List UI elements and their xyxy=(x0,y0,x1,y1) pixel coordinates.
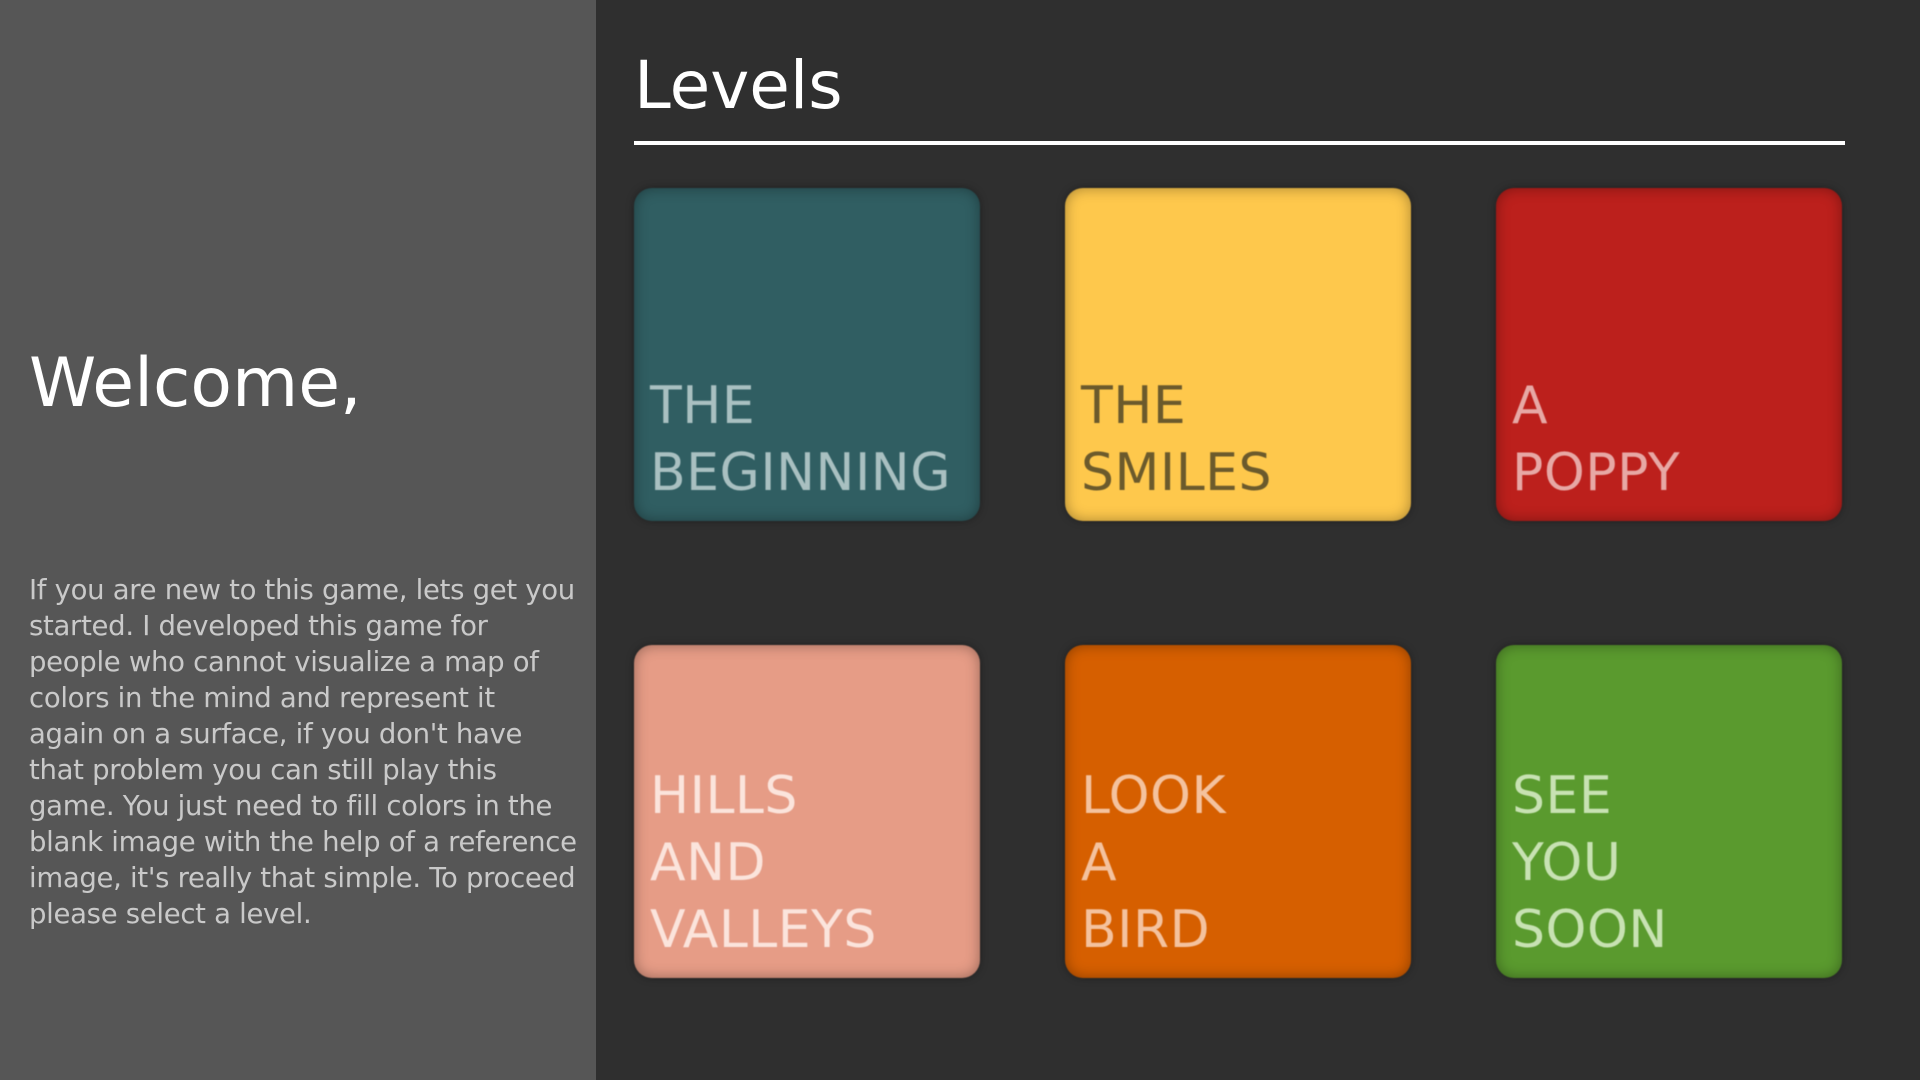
welcome-panel: Welcome, If you are new to this game, le… xyxy=(0,0,596,1080)
level-label: THE BEGINNING xyxy=(650,376,951,503)
level-card-hills-and-valleys[interactable]: HILLS AND VALLEYS xyxy=(634,645,980,978)
level-label: THE SMILES xyxy=(1081,376,1273,503)
level-label: LOOK A BIRD xyxy=(1081,766,1227,960)
level-label: HILLS AND VALLEYS xyxy=(650,766,877,960)
level-card-see-you-soon[interactable]: SEE YOU SOON xyxy=(1496,645,1842,978)
welcome-heading: Welcome, xyxy=(29,344,362,423)
intro-text: If you are new to this game, lets get yo… xyxy=(29,574,577,930)
level-label: SEE YOU SOON xyxy=(1512,766,1668,960)
app-root: Welcome, If you are new to this game, le… xyxy=(0,0,1920,1080)
levels-panel: Levels THE BEGINNING THE SMILES A POPPY … xyxy=(596,0,1920,1080)
levels-title: Levels xyxy=(634,47,843,124)
level-card-a-poppy[interactable]: A POPPY xyxy=(1496,188,1842,521)
level-card-the-beginning[interactable]: THE BEGINNING xyxy=(634,188,980,521)
title-divider xyxy=(634,141,1845,145)
level-label: A POPPY xyxy=(1512,376,1681,503)
level-card-the-smiles[interactable]: THE SMILES xyxy=(1065,188,1411,521)
level-card-look-a-bird[interactable]: LOOK A BIRD xyxy=(1065,645,1411,978)
